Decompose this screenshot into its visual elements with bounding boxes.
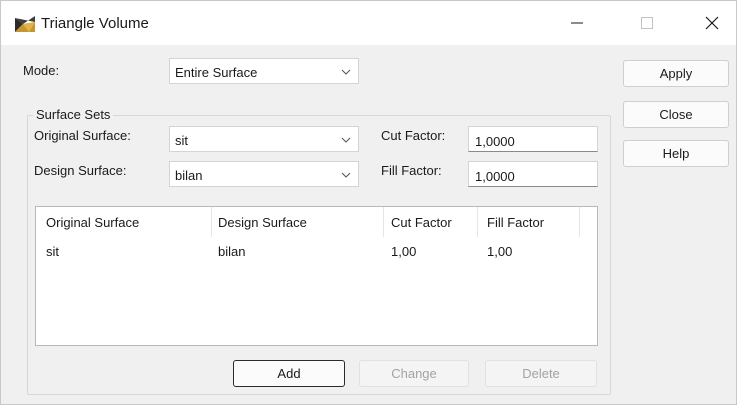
column-separator[interactable] bbox=[383, 207, 384, 237]
original-surface-label: Original Surface: bbox=[34, 128, 131, 143]
cut-factor-input[interactable]: 1,0000 bbox=[468, 126, 598, 152]
close-window-button[interactable] bbox=[684, 1, 737, 45]
cell-original-surface: sit bbox=[46, 244, 59, 259]
column-separator[interactable] bbox=[579, 207, 580, 237]
minimize-icon bbox=[571, 22, 583, 24]
cell-fill-factor: 1,00 bbox=[487, 244, 513, 259]
delete-button[interactable]: Delete bbox=[485, 360, 597, 387]
window-title: Triangle Volume bbox=[41, 15, 149, 32]
maximize-button[interactable] bbox=[619, 1, 675, 45]
title-bar[interactable]: Triangle Volume bbox=[1, 1, 736, 45]
maximize-icon bbox=[641, 17, 653, 29]
chevron-down-icon bbox=[341, 137, 351, 143]
change-button[interactable]: Change bbox=[359, 360, 469, 387]
close-icon bbox=[705, 16, 719, 30]
cell-design-surface: bilan bbox=[218, 244, 246, 259]
design-surface-dropdown[interactable]: bilan bbox=[169, 161, 359, 187]
original-surface-dropdown[interactable]: sit bbox=[169, 126, 359, 152]
apply-button[interactable]: Apply bbox=[623, 60, 729, 87]
fill-factor-input[interactable]: 1,0000 bbox=[468, 161, 598, 187]
column-header-cut-factor[interactable]: Cut Factor bbox=[391, 215, 452, 230]
app-icon bbox=[15, 16, 35, 32]
cell-cut-factor: 1,00 bbox=[391, 244, 417, 259]
fill-factor-label: Fill Factor: bbox=[381, 163, 442, 178]
triangle-volume-dialog: Triangle Volume Mode: Entire Surface App… bbox=[0, 0, 737, 405]
list-header: Original Surface Design Surface Cut Fact… bbox=[36, 207, 597, 237]
surface-sets-list[interactable]: Original Surface Design Surface Cut Fact… bbox=[35, 206, 598, 346]
minimize-button[interactable] bbox=[549, 1, 605, 45]
column-separator[interactable] bbox=[211, 207, 212, 237]
mode-label: Mode: bbox=[23, 63, 60, 78]
cut-factor-value: 1,0000 bbox=[475, 134, 515, 149]
mode-dropdown[interactable]: Entire Surface bbox=[169, 58, 359, 84]
original-surface-value: sit bbox=[175, 133, 188, 148]
chevron-down-icon bbox=[341, 172, 351, 178]
column-header-design-surface[interactable]: Design Surface bbox=[218, 215, 307, 230]
mode-value: Entire Surface bbox=[175, 65, 258, 80]
close-button[interactable]: Close bbox=[623, 101, 729, 128]
add-button[interactable]: Add bbox=[233, 360, 345, 387]
fill-factor-value: 1,0000 bbox=[475, 169, 515, 184]
help-button[interactable]: Help bbox=[623, 140, 729, 167]
column-header-original-surface[interactable]: Original Surface bbox=[46, 215, 139, 230]
design-surface-label: Design Surface: bbox=[34, 163, 127, 178]
cut-factor-label: Cut Factor: bbox=[381, 128, 446, 143]
column-header-fill-factor[interactable]: Fill Factor bbox=[487, 215, 544, 230]
surface-sets-title: Surface Sets bbox=[33, 107, 114, 122]
design-surface-value: bilan bbox=[175, 168, 203, 183]
chevron-down-icon bbox=[341, 69, 351, 75]
column-separator[interactable] bbox=[477, 207, 478, 237]
